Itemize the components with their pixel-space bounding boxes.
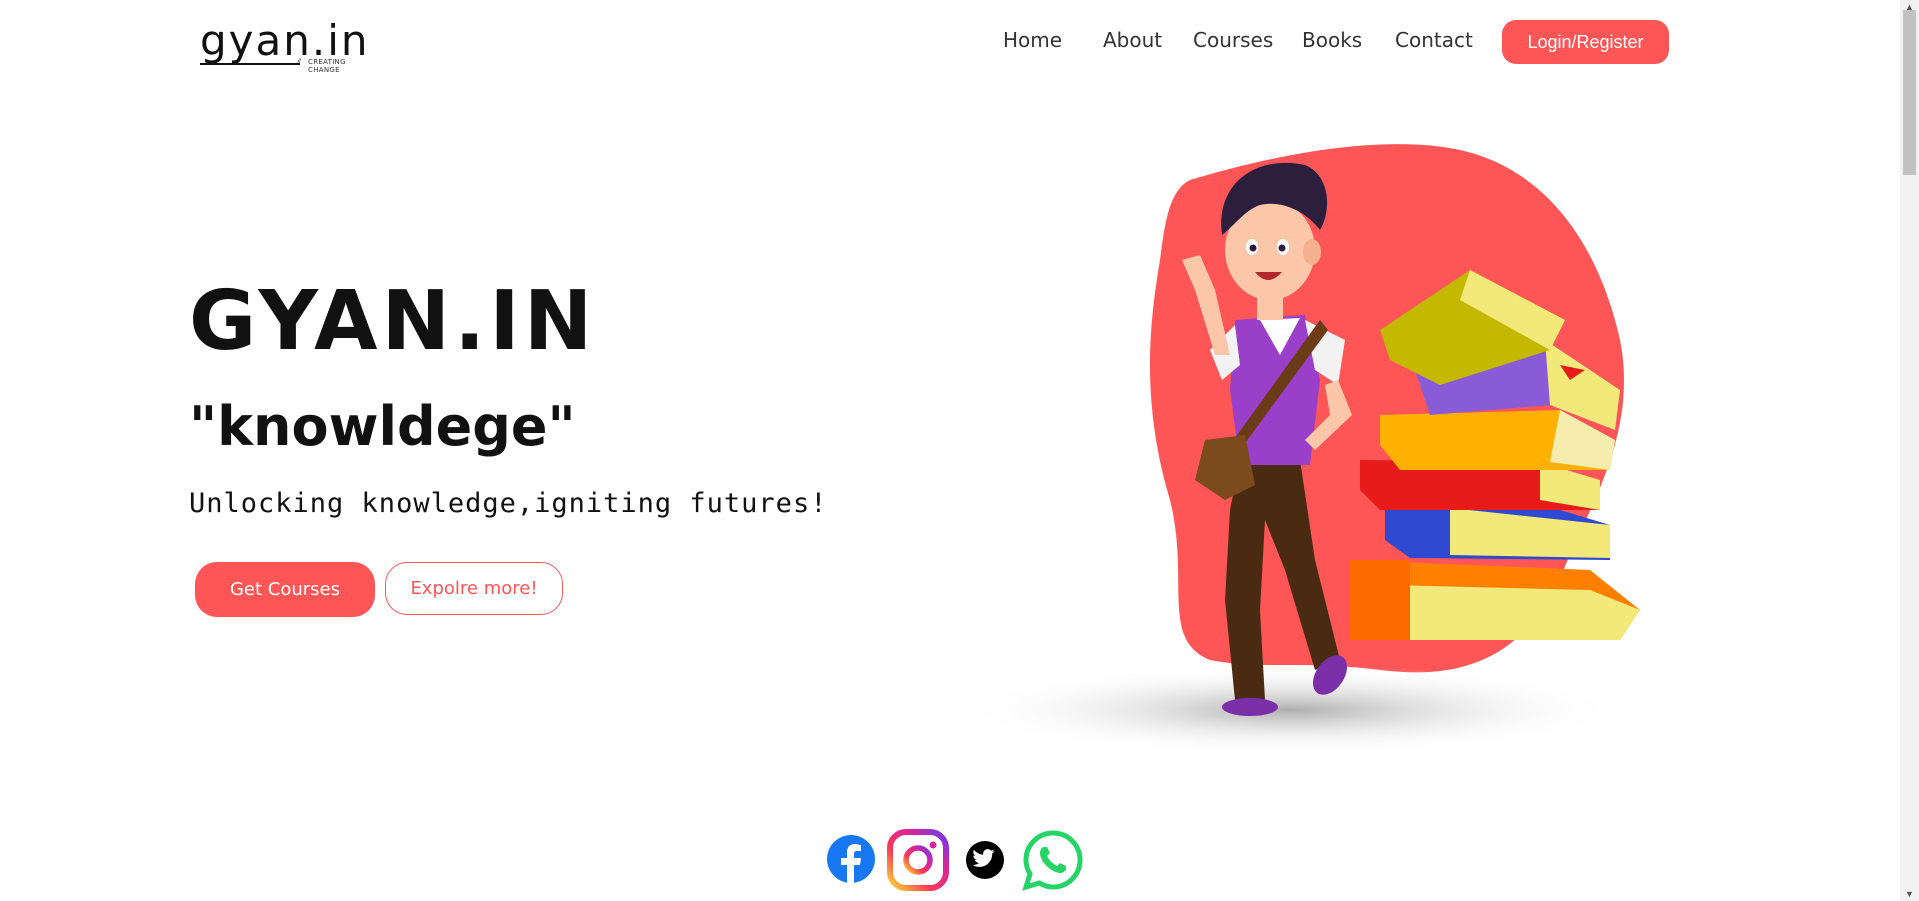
nav-home[interactable]: Home bbox=[1003, 28, 1062, 52]
logo-tagline: CREATING CHANGE bbox=[308, 58, 346, 74]
scroll-down-icon[interactable]: ▼ bbox=[1900, 887, 1919, 901]
ground-shadow bbox=[960, 665, 1620, 755]
nav-courses[interactable]: Courses bbox=[1193, 28, 1273, 52]
twitter-icon[interactable] bbox=[966, 841, 1004, 879]
hero-subtitle: "knowldege" bbox=[189, 395, 576, 458]
scrollbar-thumb[interactable] bbox=[1903, 10, 1916, 175]
site-logo[interactable]: gyan.in ⫽ CREATING CHANGE bbox=[200, 14, 380, 74]
nav-books[interactable]: Books bbox=[1302, 28, 1362, 52]
instagram-icon[interactable] bbox=[887, 829, 949, 891]
page-scrollbar[interactable]: ▲ ▼ bbox=[1900, 0, 1919, 901]
get-courses-button[interactable]: Get Courses bbox=[195, 562, 375, 617]
nav-contact[interactable]: Contact bbox=[1395, 28, 1473, 52]
whatsapp-icon[interactable] bbox=[1022, 829, 1084, 891]
student-with-books-illustration bbox=[960, 144, 1640, 755]
hero-title: GYAN.IN bbox=[189, 274, 597, 369]
hero-tagline: Unlocking knowledge,igniting futures! bbox=[189, 488, 828, 519]
explore-more-button[interactable]: Expolre more! bbox=[385, 562, 563, 615]
nav-about[interactable]: About bbox=[1103, 28, 1162, 52]
login-register-button[interactable]: Login/Register bbox=[1502, 20, 1669, 64]
logo-underline bbox=[200, 63, 300, 65]
facebook-icon[interactable] bbox=[826, 828, 876, 890]
logo-slash-mark: ⫽ bbox=[297, 57, 302, 67]
